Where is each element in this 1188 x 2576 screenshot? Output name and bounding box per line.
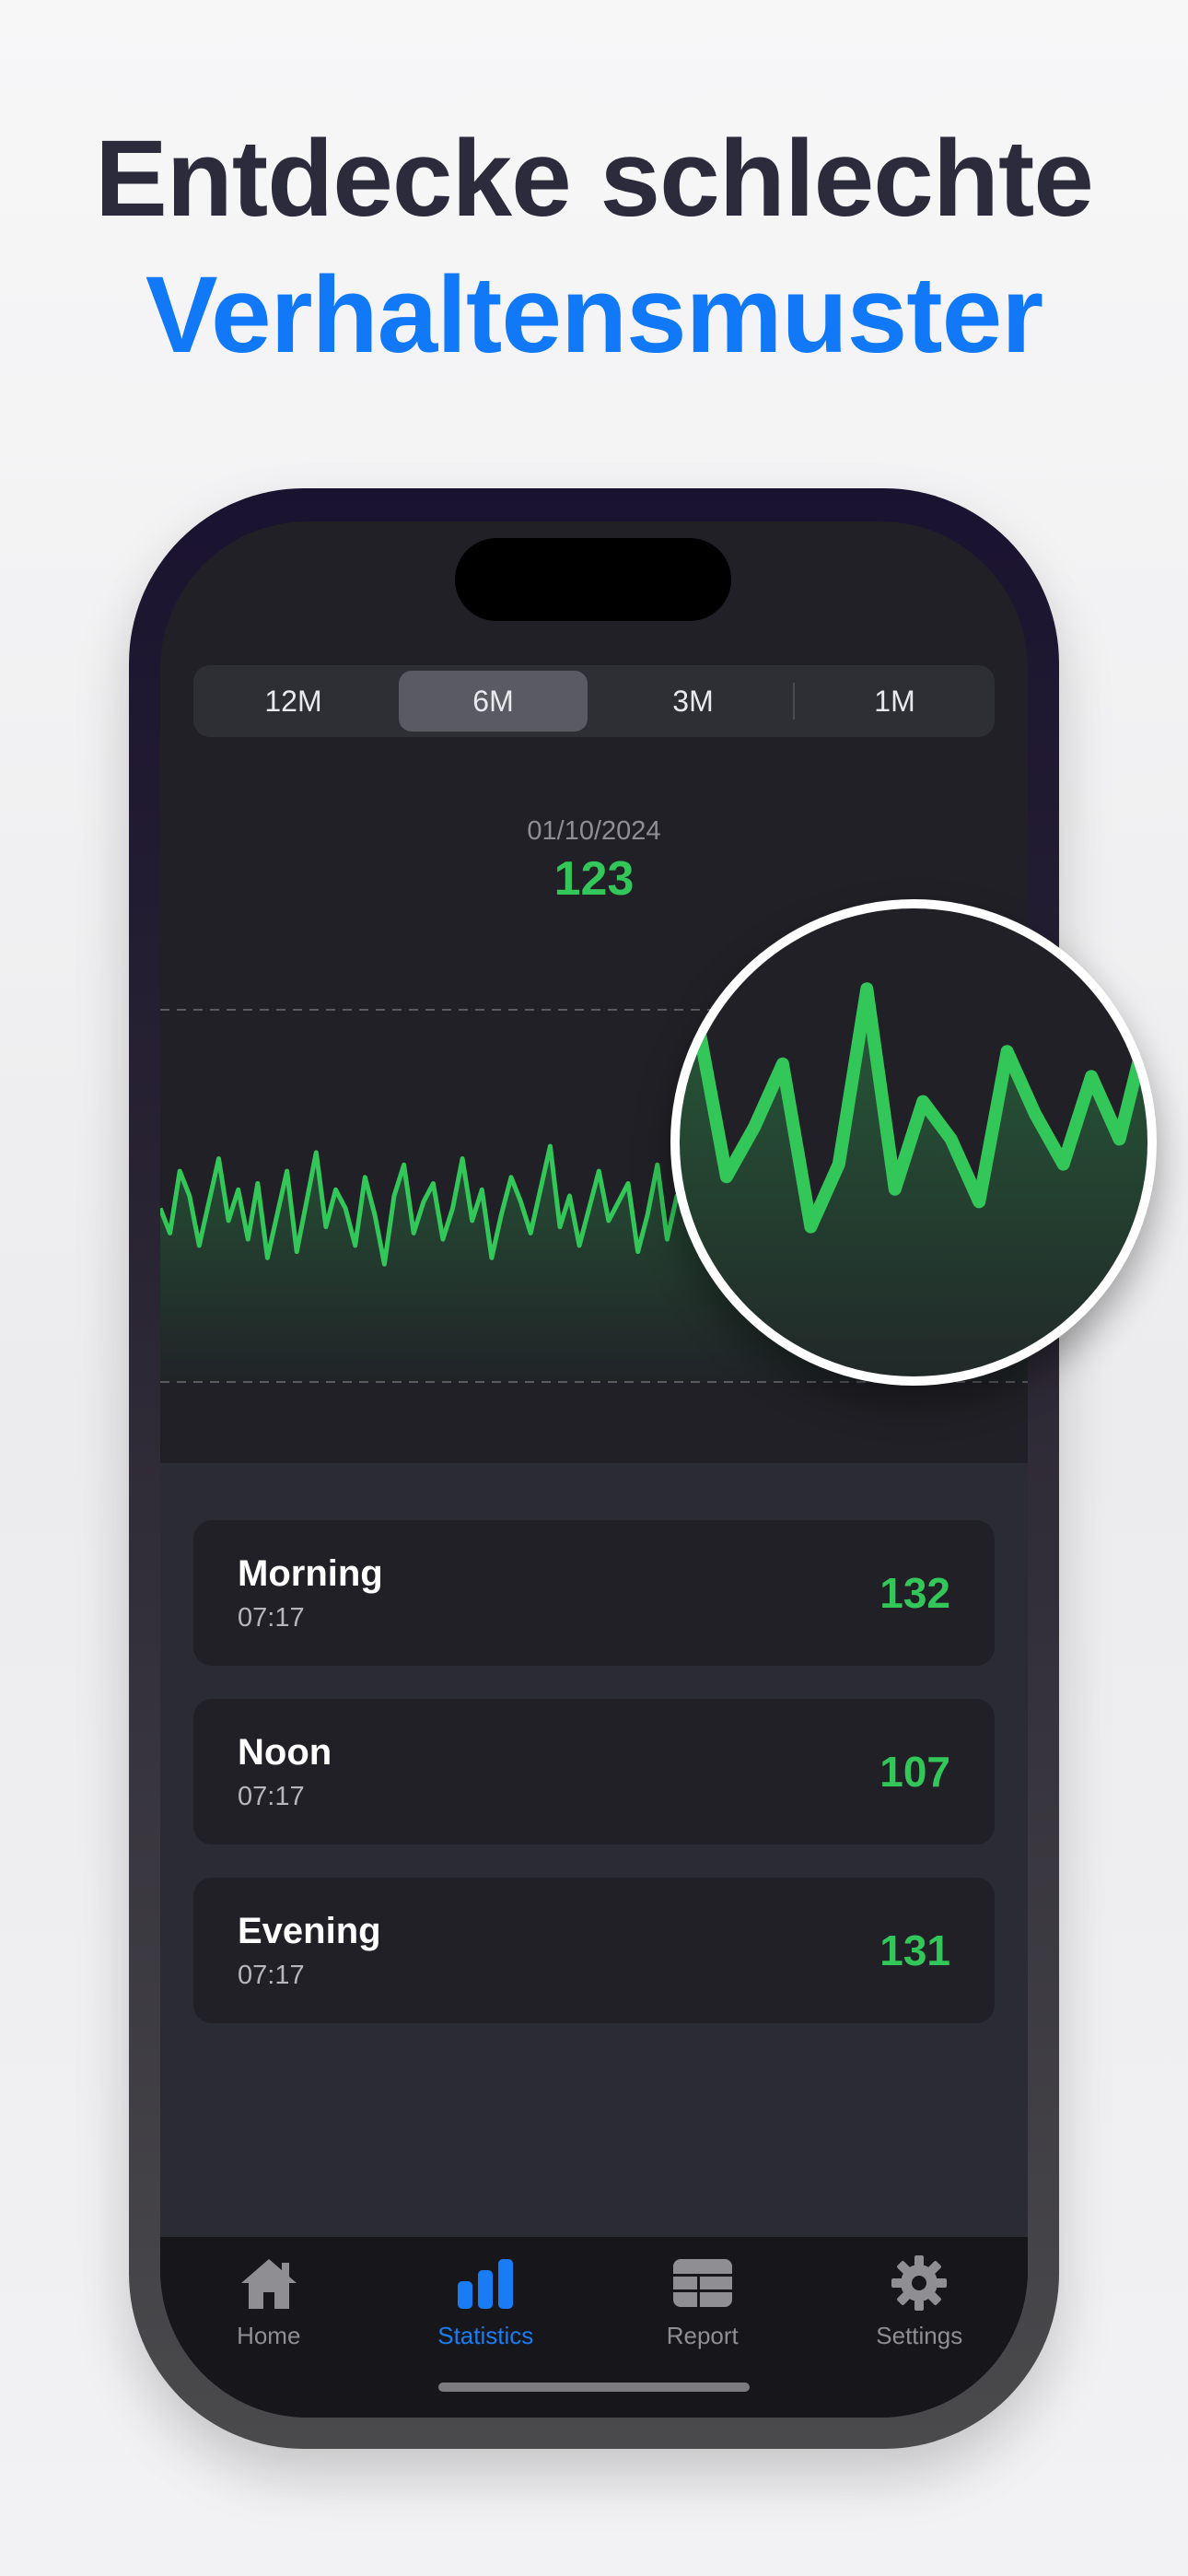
headline: Entdecke schlechte Verhaltensmuster <box>0 111 1188 383</box>
magnifier-lens <box>680 908 1147 1376</box>
headline-line-2: Verhaltensmuster <box>145 254 1043 376</box>
tab-home[interactable]: Home <box>160 2237 378 2418</box>
reading-label: Noon <box>238 1732 332 1773</box>
tab-label: Home <box>237 2322 301 2349</box>
segment-12m[interactable]: 12M <box>199 671 388 732</box>
reading-value: 131 <box>879 1926 950 1974</box>
segment-6m[interactable]: 6M <box>399 671 588 732</box>
chart-magnifier <box>670 899 1157 1386</box>
phone-frame: 12M 6M 3M 1M 01/10/2024 123 Morning 07:1… <box>129 488 1059 2449</box>
period-segmented-control: 12M 6M 3M 1M <box>193 665 995 737</box>
tab-settings[interactable]: Settings <box>811 2237 1029 2418</box>
phone-screen: 12M 6M 3M 1M 01/10/2024 123 Morning 07:1… <box>160 521 1028 2418</box>
tab-label: Statistics <box>437 2322 534 2349</box>
selected-value: 123 <box>553 852 635 906</box>
magnified-area-fill <box>680 989 1147 1376</box>
reading-label: Evening <box>238 1911 381 1951</box>
reading-card-noon[interactable]: Noon 07:17 107 <box>193 1699 995 1844</box>
tab-label: Settings <box>876 2322 963 2349</box>
reading-value: 107 <box>879 1748 950 1796</box>
segment-1m[interactable]: 1M <box>800 671 989 732</box>
reading-card-evening[interactable]: Evening 07:17 131 <box>193 1878 995 2023</box>
headline-line-1: Entdecke schlechte <box>95 118 1094 240</box>
reading-card-morning[interactable]: Morning 07:17 132 <box>193 1520 995 1666</box>
segment-divider <box>793 683 795 720</box>
magnified-chart <box>680 982 1147 1376</box>
dynamic-island <box>455 538 731 621</box>
reading-label: Morning <box>238 1553 383 1594</box>
segment-3m[interactable]: 3M <box>599 671 787 732</box>
reading-time: 07:17 <box>238 1782 305 1811</box>
table-icon <box>672 2259 732 2307</box>
gear-icon <box>891 2255 948 2311</box>
reading-value: 132 <box>879 1569 950 1617</box>
house-icon <box>240 2259 297 2309</box>
selected-date: 01/10/2024 <box>527 816 661 846</box>
home-indicator[interactable] <box>438 2383 750 2392</box>
bar-chart-icon <box>458 2259 514 2309</box>
reading-time: 07:17 <box>238 1603 305 1633</box>
reading-time: 07:17 <box>238 1961 305 1990</box>
readings-section: Morning 07:17 132 Noon 07:17 107 Evening… <box>160 1463 1028 2237</box>
tab-label: Report <box>666 2322 739 2349</box>
